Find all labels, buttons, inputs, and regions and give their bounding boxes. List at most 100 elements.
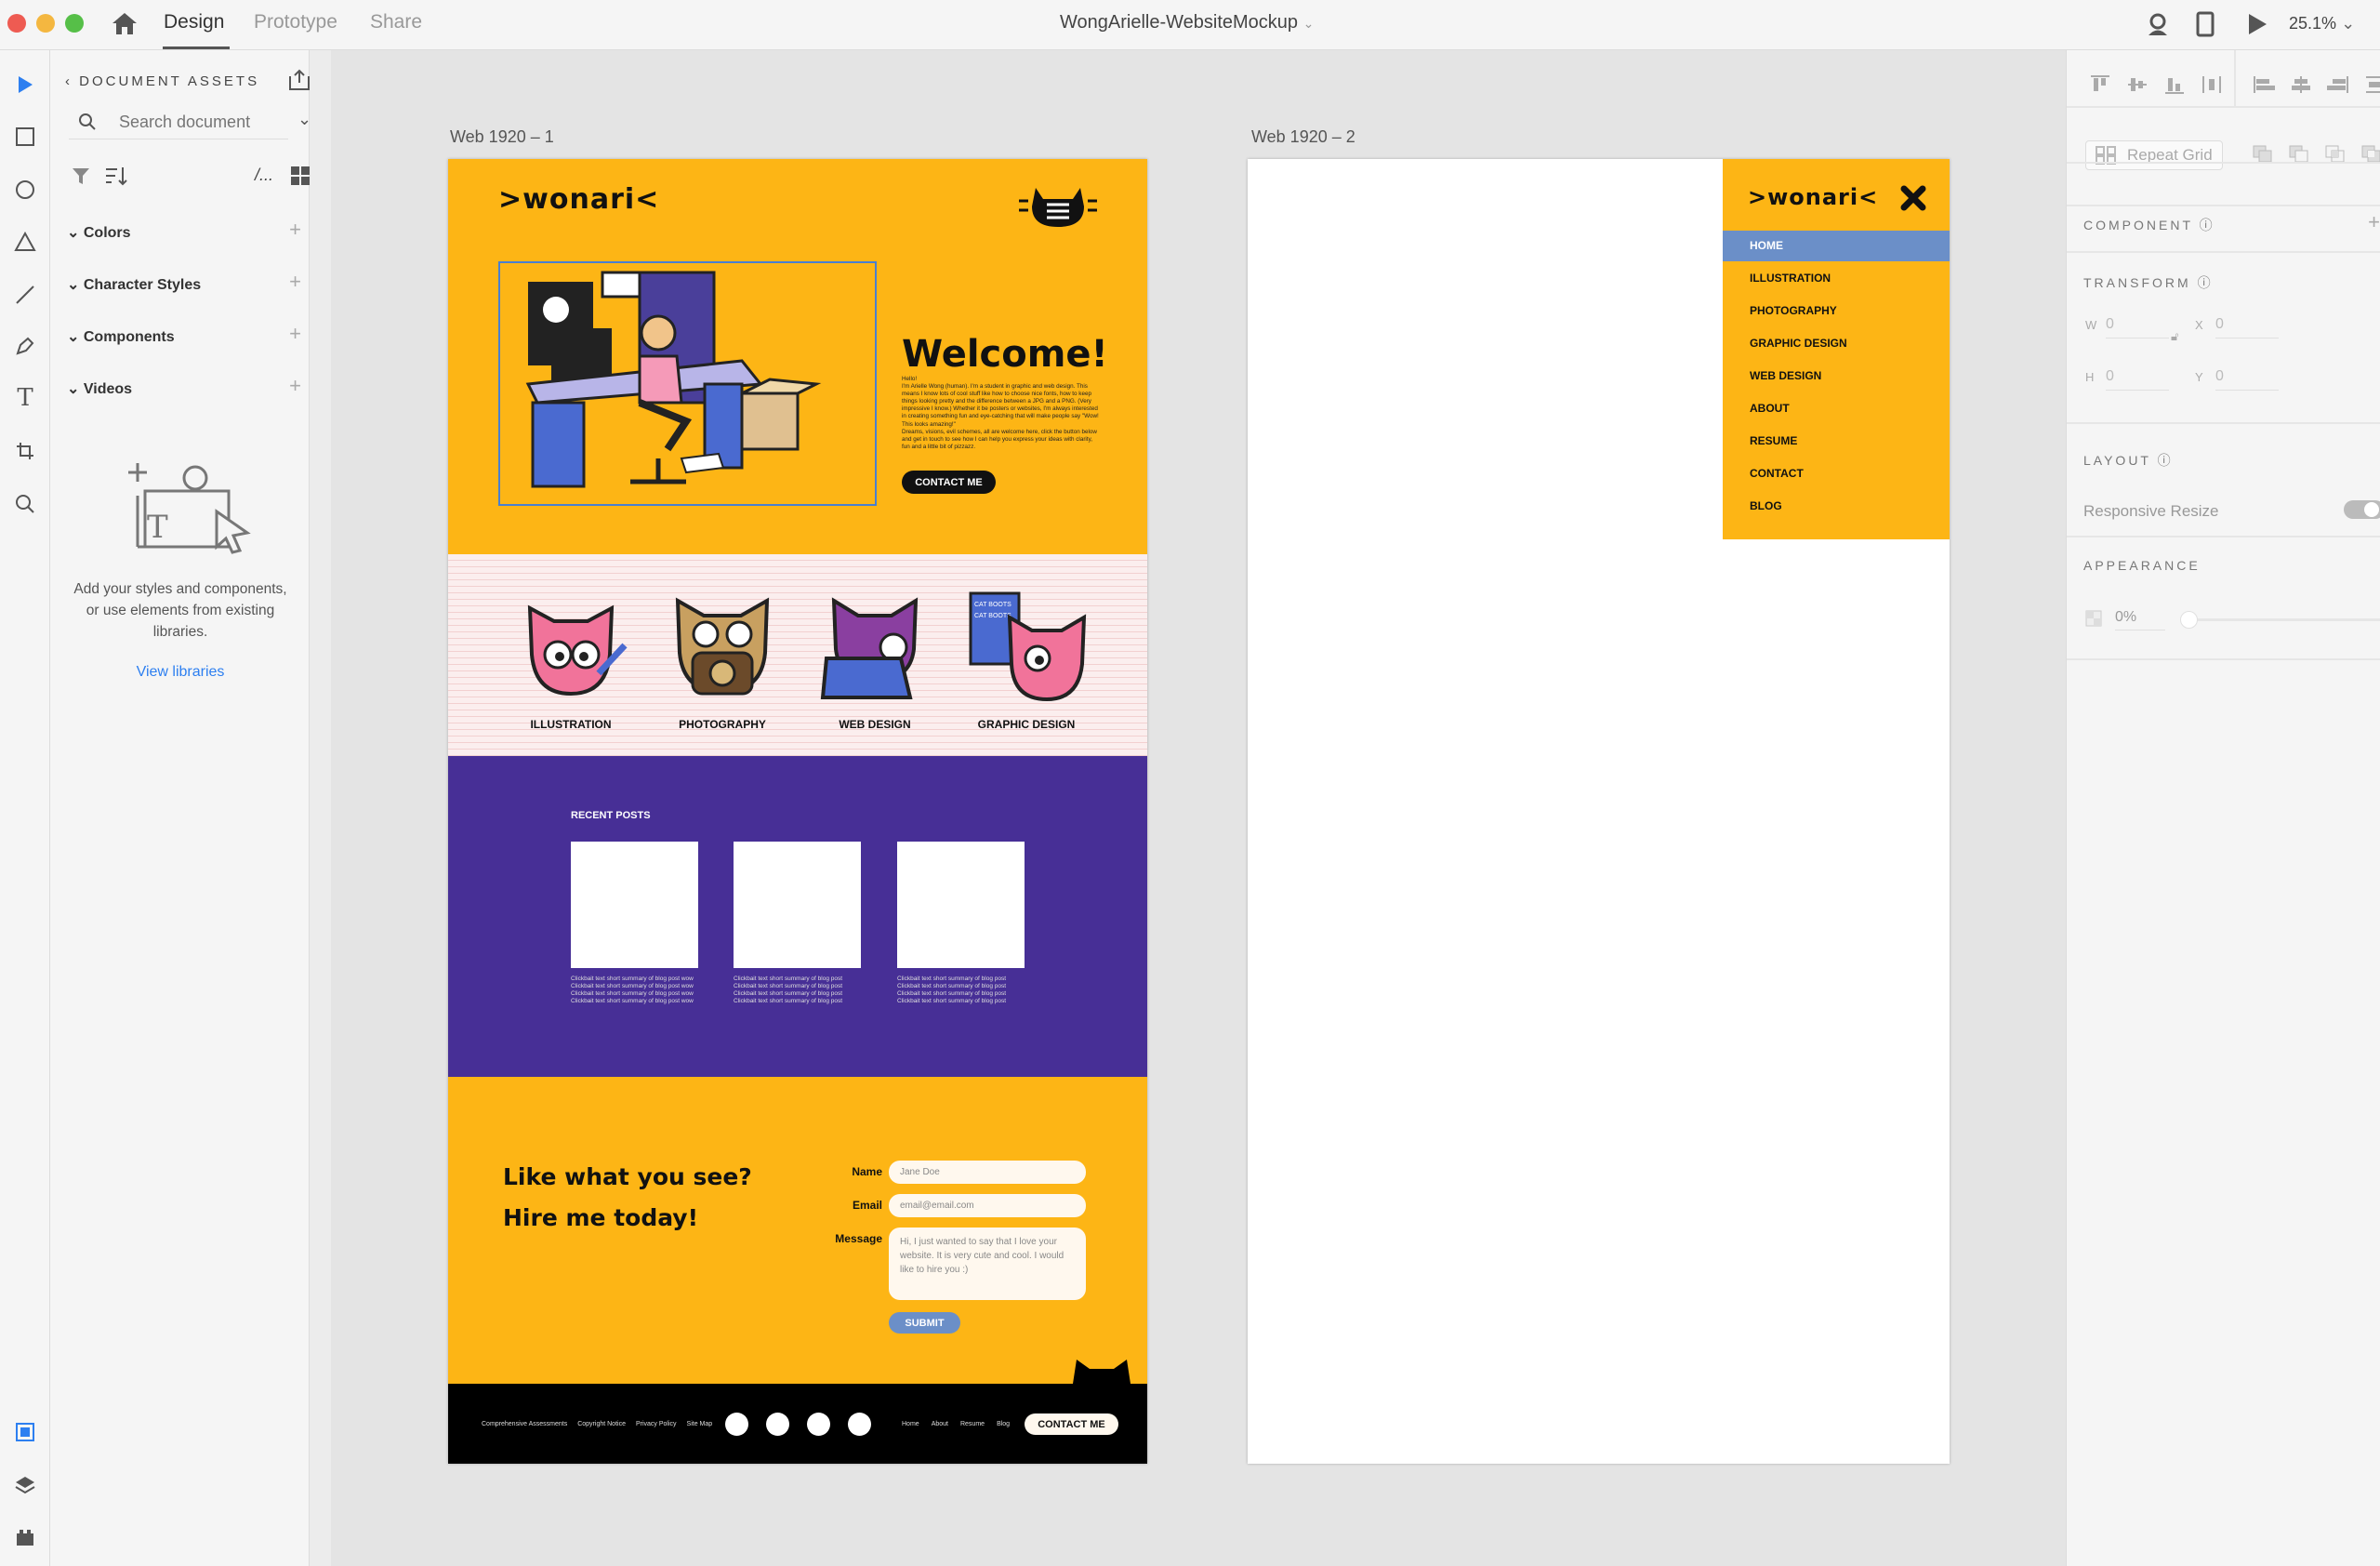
responsive-resize-toggle[interactable]	[2344, 500, 2380, 519]
category-label-illustration[interactable]: ILLUSTRATION	[496, 718, 645, 731]
export-icon[interactable]	[288, 69, 311, 91]
cat-menu-icon[interactable]	[1015, 179, 1101, 229]
add-component-button[interactable]: +	[2368, 210, 2380, 234]
tab-design[interactable]: Design	[164, 11, 224, 33]
artboard-label-2[interactable]: Web 1920 – 2	[1251, 127, 1355, 147]
artboard-web-1920-2[interactable]: >wonari< HOME ILLUSTRATION PHOTOGRAPHY G…	[1248, 159, 1950, 1464]
post-thumbnail-3[interactable]	[897, 842, 1025, 968]
menu-item-contact[interactable]: CONTACT	[1750, 467, 1804, 480]
filter-icon[interactable]	[71, 166, 91, 186]
menu-item-photography[interactable]: PHOTOGRAPHY	[1750, 304, 1837, 317]
rectangle-tool[interactable]	[9, 121, 41, 153]
play-icon[interactable]	[2246, 12, 2268, 36]
sort-icon[interactable]	[104, 166, 128, 186]
align-right-icon[interactable]	[2327, 74, 2349, 95]
info-icon[interactable]: ⓘ	[2200, 218, 2213, 232]
artboard-label-1[interactable]: Web 1920 – 1	[450, 127, 554, 147]
menu-item-blog[interactable]: BLOG	[1750, 499, 1782, 512]
add-color-button[interactable]: +	[289, 218, 301, 242]
menu-item-resume[interactable]: RESUME	[1750, 434, 1797, 447]
assets-panel-button[interactable]	[9, 1416, 41, 1448]
zoom-level[interactable]: 25.1% ⌄	[2289, 14, 2355, 33]
illustration-cat-icon[interactable]	[513, 590, 628, 705]
home-icon[interactable]	[112, 11, 138, 35]
align-bottom-icon[interactable]	[2163, 74, 2186, 95]
name-field[interactable]: Jane Doe	[889, 1161, 1086, 1184]
select-tool[interactable]	[9, 69, 41, 100]
section-colors[interactable]: ⌄ Colors	[67, 223, 131, 242]
align-middle-icon[interactable]	[2126, 74, 2149, 95]
distribute-vertical-icon[interactable]	[2201, 74, 2223, 95]
web-design-cat-icon[interactable]	[817, 588, 932, 705]
height-field[interactable]: 0	[2106, 368, 2169, 391]
footer-link[interactable]: Privacy Policy	[636, 1421, 677, 1427]
tab-prototype[interactable]: Prototype	[254, 11, 337, 33]
close-window-button[interactable]	[7, 14, 26, 33]
align-top-icon[interactable]	[2089, 74, 2111, 95]
info-icon[interactable]: ⓘ	[2158, 453, 2171, 468]
user-icon[interactable]	[2146, 12, 2170, 36]
maximize-window-button[interactable]	[65, 14, 84, 33]
message-field[interactable]: Hi, I just wanted to say that I love you…	[889, 1228, 1086, 1300]
ellipse-tool[interactable]	[9, 174, 41, 206]
footer-link[interactable]: Home	[902, 1421, 919, 1427]
section-character-styles[interactable]: ⌄ Character Styles	[67, 275, 201, 294]
distribute-horizontal-icon[interactable]	[2364, 74, 2380, 95]
post-summary-3[interactable]: Clickbait text short summary of blog pos…	[897, 975, 1027, 1005]
path-view-toggle[interactable]: /...	[255, 166, 273, 185]
line-tool[interactable]	[9, 279, 41, 311]
artboard-tool[interactable]	[9, 435, 41, 467]
section-components[interactable]: ⌄ Components	[67, 327, 175, 346]
lock-aspect-icon[interactable]: 🔓︎	[2171, 329, 2178, 344]
x-field[interactable]: 0	[2215, 316, 2279, 338]
menu-item-graphic-design[interactable]: GRAPHIC DESIGN	[1750, 337, 1847, 350]
tab-share[interactable]: Share	[370, 11, 422, 33]
width-field[interactable]: 0	[2106, 316, 2169, 338]
minimize-window-button[interactable]	[36, 14, 55, 33]
footer-link[interactable]: Resume	[960, 1421, 985, 1427]
assets-header[interactable]: ‹ DOCUMENT ASSETS	[65, 73, 259, 89]
grid-view-icon[interactable]	[290, 166, 311, 186]
section-videos[interactable]: ⌄ Videos	[67, 379, 132, 398]
submit-button[interactable]: SUBMIT	[889, 1312, 960, 1334]
social-icon[interactable]	[807, 1413, 830, 1436]
union-icon[interactable]	[2253, 145, 2273, 164]
repeat-grid-button[interactable]: Repeat Grid	[2085, 140, 2223, 170]
subtract-icon[interactable]	[2289, 145, 2309, 164]
post-summary-2[interactable]: Clickbait text short summary of blog pos…	[734, 975, 864, 1005]
y-field[interactable]: 0	[2215, 368, 2279, 391]
document-title[interactable]: WongArielle-WebsiteMockup ⌄	[1060, 12, 1314, 33]
graphic-design-cat-icon[interactable]: CAT BOOTS CAT BOOTS	[967, 590, 1093, 705]
intersect-icon[interactable]	[2325, 145, 2346, 164]
site-logo[interactable]: >wonari<	[1748, 184, 1878, 210]
menu-item-illustration[interactable]: ILLUSTRATION	[1750, 272, 1831, 285]
layers-panel-button[interactable]	[9, 1469, 41, 1501]
post-thumbnail-1[interactable]	[571, 842, 698, 968]
photography-cat-icon[interactable]	[665, 588, 780, 705]
polygon-tool[interactable]	[9, 226, 41, 258]
view-libraries-link[interactable]: View libraries	[60, 664, 301, 681]
exclude-icon[interactable]	[2361, 145, 2380, 164]
footer-link[interactable]: Blog	[997, 1421, 1010, 1427]
menu-item-about[interactable]: ABOUT	[1750, 402, 1790, 415]
add-character-style-button[interactable]: +	[289, 270, 301, 294]
artboard-web-1920-1[interactable]: >wonari< Welcome! Hello! I'm Arielle Won…	[448, 159, 1147, 1464]
category-label-web-design[interactable]: WEB DESIGN	[800, 718, 949, 731]
social-icon[interactable]	[725, 1413, 748, 1436]
opacity-slider-track[interactable]	[2184, 618, 2380, 621]
footer-link[interactable]: About	[932, 1421, 948, 1427]
social-icon[interactable]	[848, 1413, 871, 1436]
email-field[interactable]: email@email.com	[889, 1194, 1086, 1217]
footer-link[interactable]: Copyright Notice	[577, 1421, 626, 1427]
add-component-button[interactable]: +	[289, 322, 301, 346]
device-preview-icon[interactable]	[2196, 11, 2215, 37]
zoom-tool[interactable]	[9, 488, 41, 520]
social-icon[interactable]	[766, 1413, 789, 1436]
opacity-field[interactable]: 0%	[2115, 609, 2165, 630]
footer-link[interactable]: Site Map	[687, 1421, 713, 1427]
post-thumbnail-2[interactable]	[734, 842, 861, 968]
add-video-button[interactable]: +	[289, 374, 301, 398]
align-center-icon[interactable]	[2290, 74, 2312, 95]
text-tool[interactable]: T	[9, 382, 41, 414]
menu-item-web-design[interactable]: WEB DESIGN	[1750, 369, 1821, 382]
